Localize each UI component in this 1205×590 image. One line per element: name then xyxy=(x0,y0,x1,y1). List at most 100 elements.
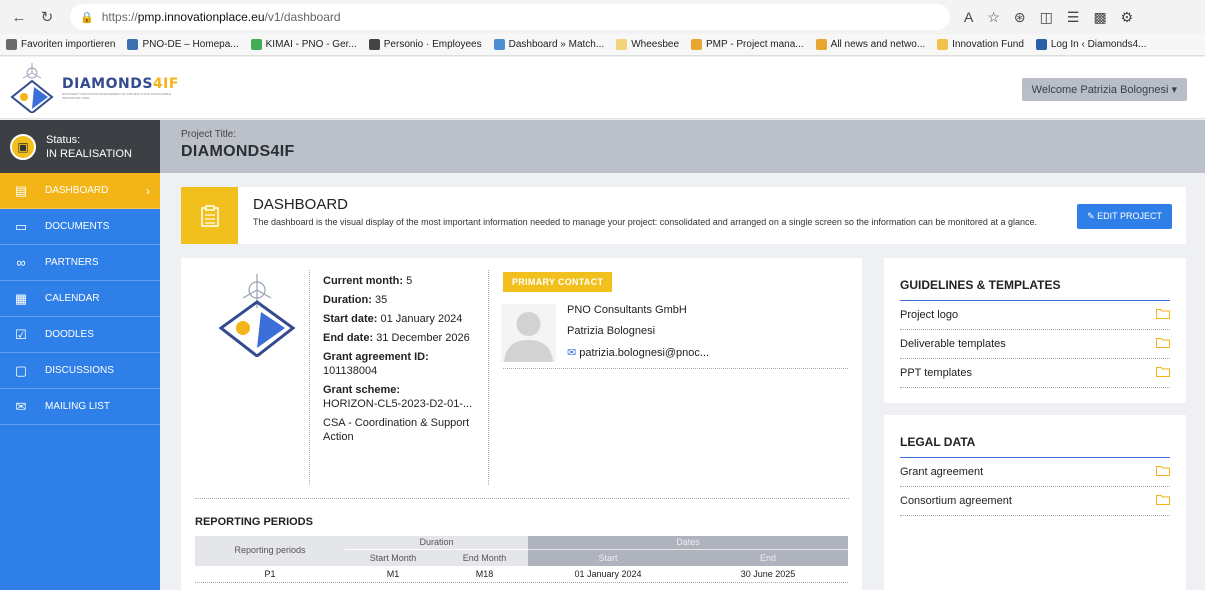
sidebar-item-dashboard[interactable]: ▤ DASHBOARD › xyxy=(0,173,160,209)
project-title: DIAMONDS4IF xyxy=(181,143,295,160)
sidebar-item-label: DOCUMENTS xyxy=(45,221,110,232)
bookmark-favicon-icon xyxy=(127,39,139,50)
bookmark-item[interactable]: Log In ‹ Diamonds4... xyxy=(1035,39,1146,50)
bookmark-item[interactable]: Innovation Fund xyxy=(937,39,1024,50)
bookmark-item[interactable]: PNO-DE – Homepa... xyxy=(127,39,239,50)
list-item-label: Consortium agreement xyxy=(900,495,1012,507)
divider xyxy=(528,549,848,550)
col-start: Start xyxy=(598,553,618,563)
list-item[interactable]: Deliverable templates xyxy=(900,330,1170,359)
bookmark-item[interactable]: Wheesbee xyxy=(616,39,679,50)
folder-icon[interactable] xyxy=(1156,465,1170,479)
bookmark-label: PMP - Project mana... xyxy=(706,39,804,50)
current-month-label: Current month: xyxy=(323,275,404,287)
folder-icon[interactable] xyxy=(1156,494,1170,508)
welcome-text: Welcome Patrizia Bolognesi xyxy=(1031,84,1169,96)
contact-email[interactable]: patrizia.bolognesi@pnoc... xyxy=(579,347,709,359)
mail-icon: ✉ xyxy=(567,347,577,359)
bookmark-item[interactable]: Favoriten importieren xyxy=(6,39,115,50)
bookmark-item[interactable]: KIMAI - PNO - Ger... xyxy=(250,39,357,50)
sidebar-item-documents[interactable]: ▭ DOCUMENTS xyxy=(0,209,160,245)
project-info: Current month: 5 Duration: 35 Start date… xyxy=(323,274,493,449)
bookmark-item[interactable]: Dashboard » Match... xyxy=(493,39,605,50)
bookmark-item[interactable]: Personio · Employees xyxy=(368,39,482,50)
divider xyxy=(488,270,489,485)
diamonds4if-logo[interactable]: DIAMONDS4IF DISCOVERY INNOVATION MANAGEM… xyxy=(8,63,182,113)
reload-icon[interactable]: ↻ xyxy=(36,6,58,28)
logo-name-accent: 4IF xyxy=(152,76,179,92)
start-date-value: 01 January 2024 xyxy=(380,313,463,325)
start-date-label: Start date: xyxy=(323,313,378,325)
col-dates: Dates xyxy=(676,537,700,547)
app-header: DIAMONDS4IF DISCOVERY INNOVATION MANAGEM… xyxy=(0,57,1205,119)
sidebar-item-calendar[interactable]: ▦ CALENDAR xyxy=(0,281,160,317)
divider xyxy=(195,498,849,499)
clipboard-icon xyxy=(181,187,238,244)
caret-down-icon: ▾ xyxy=(1171,84,1177,96)
guidelines-title: GUIDELINES & TEMPLATES xyxy=(900,278,1170,301)
profile-icon[interactable]: ⚙ xyxy=(1121,9,1134,26)
bookmark-label: KIMAI - PNO - Ger... xyxy=(265,39,357,50)
bookmark-item[interactable]: PMP - Project mana... xyxy=(691,39,804,50)
pencil-icon: ✎ xyxy=(1087,211,1095,221)
table-cell: M1 xyxy=(386,569,400,579)
sidebar-item-doodles[interactable]: ☑ DOODLES xyxy=(0,317,160,353)
bookmark-item[interactable]: All news and netwo... xyxy=(815,39,926,50)
bookmark-label: All news and netwo... xyxy=(830,39,926,50)
split-screen-icon[interactable]: ◫ xyxy=(1040,9,1053,26)
table-cell: P1 xyxy=(264,569,276,579)
col-end: End xyxy=(759,553,776,563)
people-icon: ∞ xyxy=(16,255,26,270)
bookmark-label: Dashboard » Match... xyxy=(508,39,605,50)
edit-project-button[interactable]: ✎ EDIT PROJECT xyxy=(1077,204,1172,229)
sidebar-item-label: CALENDAR xyxy=(45,293,100,304)
checkbox-calendar-icon: ☑ xyxy=(15,326,27,342)
mail-list-icon: ✉ xyxy=(15,398,27,414)
bookmark-label: PNO-DE – Homepa... xyxy=(142,39,239,50)
folder-icon: ▭ xyxy=(14,218,28,234)
favorites-list-icon[interactable]: ☰ xyxy=(1067,9,1080,26)
list-item[interactable]: Consortium agreement xyxy=(900,487,1170,516)
project-title-label: Project Title: xyxy=(181,129,237,140)
list-item[interactable]: PPT templates xyxy=(900,359,1170,388)
bookmark-label: Favoriten importieren xyxy=(21,39,116,50)
contact-name: Patrizia Bolognesi xyxy=(567,325,656,337)
sidebar-item-label: DASHBOARD xyxy=(45,185,109,196)
guidelines-panel: GUIDELINES & TEMPLATES Project logo Deliv… xyxy=(884,258,1186,403)
folder-icon[interactable] xyxy=(1156,308,1170,322)
sidebar-item-mailing-list[interactable]: ✉ MAILING LIST xyxy=(0,389,160,425)
legal-data-panel: LEGAL DATA Grant agreement Consortium agr… xyxy=(884,415,1186,590)
address-bar[interactable]: 🔒 https://pmp.innovationplace.eu/v1/dash… xyxy=(70,4,950,30)
sidebar-item-partners[interactable]: ∞ PARTNERS xyxy=(0,245,160,281)
project-title-bar: Project Title: DIAMONDS4IF xyxy=(160,120,1205,173)
sidebar-item-label: MAILING LIST xyxy=(45,401,111,412)
url-path: /v1/dashboard xyxy=(264,10,341,24)
divider xyxy=(195,582,848,583)
favorite-star-icon[interactable]: ☆ xyxy=(987,9,1000,26)
folder-icon[interactable] xyxy=(1156,366,1170,380)
table-cell: 30 June 2025 xyxy=(740,569,796,579)
bookmark-favicon-icon xyxy=(493,39,505,50)
logo-graphic xyxy=(10,63,54,113)
sidebar-item-discussions[interactable]: ▢ DISCUSSIONS xyxy=(0,353,160,389)
dashboard-title: DASHBOARD xyxy=(253,196,349,213)
user-menu-button[interactable]: Welcome Patrizia Bolognesi ▾ xyxy=(1021,78,1187,101)
folder-icon[interactable] xyxy=(1156,337,1170,351)
read-aloud-icon[interactable]: A xyxy=(964,9,973,26)
col-start-month: Start Month xyxy=(369,553,417,563)
duration-label: Duration: xyxy=(323,294,372,306)
end-date-label: End date: xyxy=(323,332,374,344)
bookmark-favicon-icon xyxy=(937,39,949,50)
list-item[interactable]: Project logo xyxy=(900,301,1170,330)
legal-data-title: LEGAL DATA xyxy=(900,435,1170,458)
back-icon[interactable]: ← xyxy=(8,6,30,28)
collections-icon[interactable]: ▩ xyxy=(1093,9,1106,26)
divider xyxy=(345,549,528,550)
bookmark-favicon-icon xyxy=(616,39,628,50)
list-item[interactable]: Grant agreement xyxy=(900,458,1170,487)
extensions-icon[interactable]: ⊛ xyxy=(1014,9,1026,26)
chat-icon: ▢ xyxy=(14,362,28,378)
edit-project-label: EDIT PROJECT xyxy=(1097,211,1162,221)
bookmark-favicon-icon xyxy=(368,39,380,50)
contact-email-row[interactable]: ✉ patrizia.bolognesi@pnoc... xyxy=(567,346,709,359)
